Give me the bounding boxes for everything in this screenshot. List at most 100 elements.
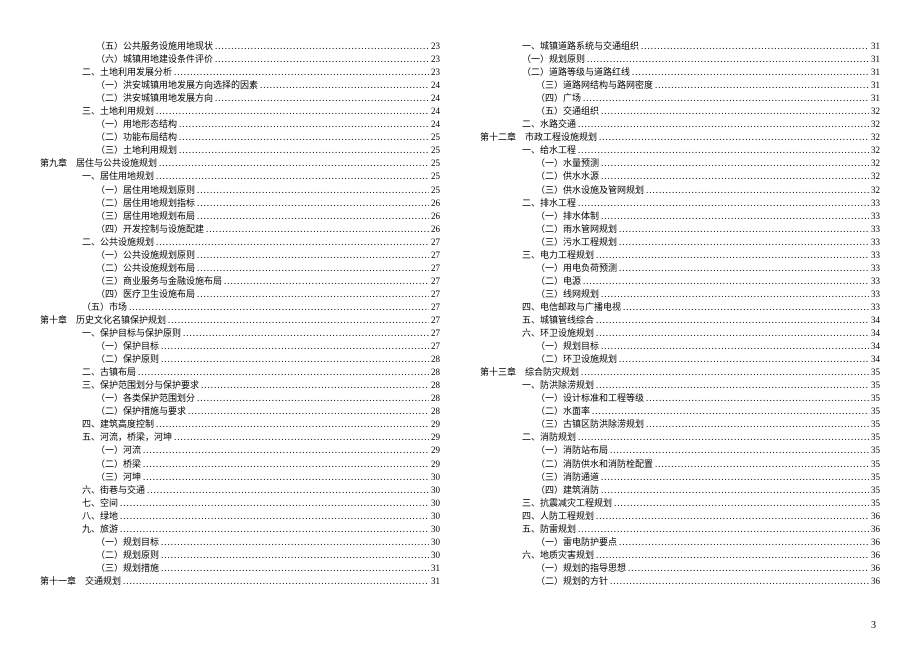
toc-entry-label: （一）洪安城镇用地发展方向选择的因素 <box>96 79 258 92</box>
toc-leader-dots <box>601 340 869 353</box>
toc-entry-page: 30 <box>431 497 440 510</box>
toc-entry: 四、人防工程规划36 <box>480 510 880 523</box>
toc-entry: （四）广场 31 <box>480 92 880 105</box>
toc-entry: （一）各类保护范围划分28 <box>40 392 440 405</box>
toc-leader-dots <box>143 471 429 484</box>
toc-entry-page: 31 <box>431 575 440 588</box>
toc-leader-dots <box>215 92 429 105</box>
toc-entry-label: （二）水面率 <box>536 405 590 418</box>
toc-leader-dots <box>601 210 869 223</box>
toc-entry-label: （二）洪安城镇用地发展方向 <box>96 92 213 105</box>
toc-entry-label: （三）商业服务与金融设施布局 <box>96 275 222 288</box>
toc-entry: （一）规划目标34 <box>480 340 880 353</box>
toc-entry-label: 第十一章 交通规划 <box>40 575 121 588</box>
toc-leader-dots <box>619 536 869 549</box>
toc-entry: 第九章 居住与公共设施规划25 <box>40 157 440 170</box>
toc-leader-dots <box>596 314 869 327</box>
toc-leader-dots <box>188 405 429 418</box>
toc-entry: 五、城镇管线综合34 <box>480 314 880 327</box>
toc-entry: （二）供水水源 32 <box>480 170 880 183</box>
toc-entry-label: （二）供水水源 <box>536 170 599 183</box>
toc-leader-dots <box>215 40 429 53</box>
toc-entry-page: 27 <box>431 249 440 262</box>
toc-leader-dots <box>623 301 869 314</box>
toc-leader-dots <box>596 510 869 523</box>
toc-entry: 一、防洪除涝规划35 <box>480 379 880 392</box>
toc-entry: （二）道路等级与道路红线31 <box>480 66 880 79</box>
toc-leader-dots <box>601 484 869 497</box>
toc-entry-page: 29 <box>431 444 440 457</box>
toc-entry: 一、居住用地规划25 <box>40 170 440 183</box>
toc-entry-label: 二、排水工程 <box>522 197 576 210</box>
toc-leader-dots <box>120 510 429 523</box>
toc-entry-label: （四）医疗卫生设施布局 <box>96 288 195 301</box>
toc-leader-dots <box>628 562 869 575</box>
toc-leader-dots <box>592 405 869 418</box>
toc-entry-page: 31 <box>871 40 880 53</box>
toc-leader-dots <box>201 379 429 392</box>
toc-entry-label: （一）用地形态结构 <box>96 118 177 131</box>
toc-entry-page: 33 <box>871 288 880 301</box>
toc-entry-page: 30 <box>431 536 440 549</box>
toc-entry: 二、水路交通 32 <box>480 118 880 131</box>
toc-entry-label: （一）规划目标 <box>96 536 159 549</box>
toc-entry: 一、城镇道路系统与交通组织31 <box>480 40 880 53</box>
toc-entry-label: 二、古镇布局 <box>82 366 136 379</box>
toc-entry-page: 23 <box>431 66 440 79</box>
toc-leader-dots <box>646 392 869 405</box>
toc-entry-label: （四）广场 <box>536 92 581 105</box>
toc-entry-page: 32 <box>871 131 880 144</box>
toc-entry-label: （六）城镇用地建设条件评价 <box>96 53 213 66</box>
toc-entry-label: （三）道路网结构与路网密度 <box>536 79 653 92</box>
toc-entry-label: （二）道路等级与道路红线 <box>522 66 630 79</box>
toc-entry-page: 32 <box>871 157 880 170</box>
toc-entry-label: （二）功能布局结构 <box>96 131 177 144</box>
toc-entry-label: （二）电源 <box>536 275 581 288</box>
toc-entry-label: （一）河流 <box>96 444 141 457</box>
toc-entry-page: 32 <box>871 144 880 157</box>
toc-entry-label: （一）排水体制 <box>536 210 599 223</box>
toc-entry-label: 四、电信邮政与广播电视 <box>522 301 621 314</box>
toc-entry-label: （二）雨水管网规划 <box>536 223 617 236</box>
toc-entry-page: 34 <box>871 353 880 366</box>
toc-entry-label: 六、环卫设施规划 <box>522 327 594 340</box>
toc-entry: 五、河流，桥梁，河坤29 <box>40 431 440 444</box>
toc-columns: （五）公共服务设施用地现状23（六）城镇用地建设条件评价23二、土地利用发展分析… <box>40 40 880 588</box>
toc-entry-label: （一）保护目标 <box>96 340 159 353</box>
toc-leader-dots <box>129 301 429 314</box>
toc-entry-page: 25 <box>431 144 440 157</box>
toc-entry-label: 二、公共设施规划 <box>82 236 154 249</box>
toc-entry: （四）医疗卫生设施布局27 <box>40 288 440 301</box>
toc-entry: 六、街巷与交通30 <box>40 484 440 497</box>
toc-entry-label: 四、建筑高度控制 <box>82 418 154 431</box>
toc-entry: （一）洪安城镇用地发展方向选择的因素24 <box>40 79 440 92</box>
toc-entry-page: 35 <box>871 418 880 431</box>
toc-leader-dots <box>578 118 869 131</box>
toc-entry-page: 36 <box>871 549 880 562</box>
toc-entry-page: 23 <box>431 40 440 53</box>
toc-entry: 一、保护目标与保护原则27 <box>40 327 440 340</box>
toc-entry-page: 32 <box>871 118 880 131</box>
toc-entry: （二）洪安城镇用地发展方向24 <box>40 92 440 105</box>
toc-entry-page: 27 <box>431 236 440 249</box>
toc-entry: （三）污水工程规划33 <box>480 236 880 249</box>
toc-entry-page: 25 <box>431 157 440 170</box>
toc-leader-dots <box>601 471 869 484</box>
toc-entry: 一、给水工程32 <box>480 144 880 157</box>
toc-leader-dots <box>601 157 869 170</box>
toc-entry-page: 31 <box>871 92 880 105</box>
toc-entry-label: 三、保护范围划分与保护要求 <box>82 379 199 392</box>
toc-leader-dots <box>578 144 869 157</box>
toc-entry-label: （二）规划原则 <box>96 549 159 562</box>
toc-entry-page: 35 <box>871 484 880 497</box>
toc-entry: （三）古镇区防洪除涝规划35 <box>480 418 880 431</box>
toc-entry-label: 二、水路交通 <box>522 118 576 131</box>
toc-entry-page: 32 <box>871 170 880 183</box>
toc-leader-dots <box>578 523 869 536</box>
toc-entry-page: 28 <box>431 379 440 392</box>
toc-entry-label: 五、城镇管线综合 <box>522 314 594 327</box>
toc-entry-label: 一、防洪除涝规划 <box>522 379 594 392</box>
toc-entry-page: 36 <box>871 523 880 536</box>
toc-entry-label: （三）河坤 <box>96 471 141 484</box>
toc-entry: （一）用电负荷预测33 <box>480 262 880 275</box>
